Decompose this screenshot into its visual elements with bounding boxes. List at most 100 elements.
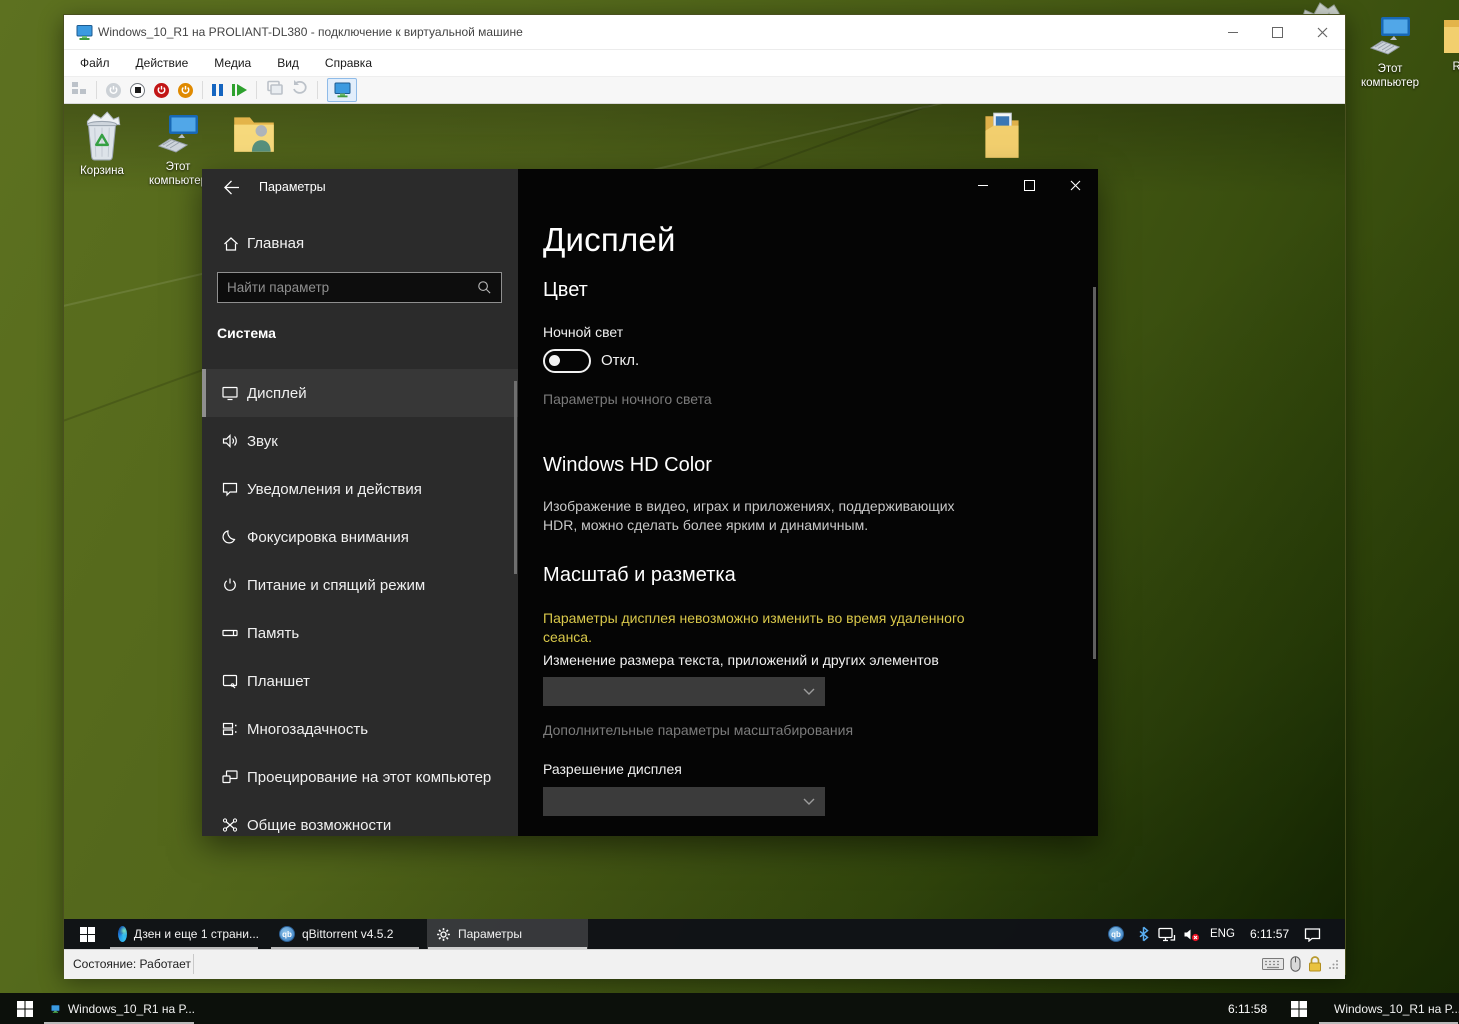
- sidebar-item-home[interactable]: Главная: [202, 225, 518, 263]
- window-title: Windows_10_R1 на PROLIANT-DL380 - подклю…: [98, 25, 523, 39]
- sidebar-item-tablet[interactable]: Планшет: [202, 657, 518, 705]
- turn-off-button-icon[interactable]: [130, 83, 145, 98]
- host-clock[interactable]: 6:11:58: [1228, 1002, 1267, 1016]
- night-light-settings-link[interactable]: Параметры ночного света: [543, 391, 712, 407]
- windows-logo-icon: [17, 1001, 33, 1017]
- sidebar-scrollbar[interactable]: [514, 381, 517, 574]
- menu-file[interactable]: Файл: [80, 56, 110, 70]
- advanced-scaling-link[interactable]: Дополнительные параметры масштабирования: [543, 722, 853, 738]
- scale-dropdown[interactable]: [543, 677, 825, 706]
- resolution-dropdown[interactable]: [543, 787, 825, 816]
- sidebar-item-multitasking[interactable]: Многозадачность: [202, 705, 518, 753]
- vm-action-center-button[interactable]: [1304, 919, 1321, 949]
- main-scrollbar[interactable]: [1093, 287, 1096, 659]
- save-state-button-icon[interactable]: [178, 83, 193, 98]
- desktop-icon-label: Ron: [1425, 60, 1459, 74]
- reset-button-icon[interactable]: [232, 84, 247, 96]
- user-folder-icon: [229, 110, 279, 158]
- ctrl-alt-del-button-icon[interactable]: [71, 80, 87, 100]
- chevron-down-icon: [803, 688, 815, 695]
- vm-taskbar-app-settings[interactable]: Параметры: [427, 919, 588, 949]
- windows-logo-icon: [1291, 1001, 1307, 1017]
- vmconnect-statusbar: Состояние: Работает: [64, 949, 1345, 979]
- settings-main-panel: Дисплей Цвет Ночной свет Откл. Параметры…: [518, 169, 1098, 836]
- night-light-label: Ночной свет: [543, 324, 623, 340]
- edge-icon: [118, 926, 127, 942]
- desktop-icon-label: Этот компьютер: [1352, 62, 1428, 91]
- search-icon: [477, 280, 492, 295]
- vm-start-button[interactable]: [74, 925, 100, 943]
- pause-button-icon[interactable]: [212, 84, 223, 96]
- vm-screen: Корзина Этот компьютер: [64, 104, 1345, 949]
- this-pc-icon: [1366, 12, 1414, 60]
- sidebar-item-storage[interactable]: Память: [202, 609, 518, 657]
- shut-down-button-icon[interactable]: [154, 83, 169, 98]
- night-light-toggle[interactable]: [543, 349, 591, 373]
- chevron-down-icon: [803, 798, 815, 805]
- vm-tray-language[interactable]: ENG: [1210, 919, 1235, 949]
- vm-tray-volume-muted[interactable]: [1183, 919, 1200, 949]
- action-center-icon: [1304, 927, 1321, 942]
- vm-desktop-icon-recycle-bin[interactable]: Корзина: [64, 110, 140, 178]
- settings-sidebar: Параметры Главная Система: [202, 169, 518, 836]
- settings-search-input[interactable]: [218, 280, 477, 295]
- vm-taskbar: Дзен и еще 1 страни... qb qBittorrent v4…: [64, 919, 1345, 949]
- vmconnect-titlebar[interactable]: Windows_10_R1 на PROLIANT-DL380 - подклю…: [64, 15, 1345, 50]
- close-button[interactable]: [1300, 15, 1345, 49]
- sidebar-item-display[interactable]: Дисплей: [202, 369, 518, 417]
- minimize-button[interactable]: [1210, 15, 1255, 49]
- sidebar-item-label: Дисплей: [247, 385, 307, 402]
- maximize-button[interactable]: [1255, 15, 1300, 49]
- projecting-icon: [221, 768, 239, 786]
- keyboard-status-icon: [1262, 957, 1284, 971]
- enhanced-session-button-icon[interactable]: [327, 78, 357, 102]
- sidebar-item-shared-experiences[interactable]: Общие возможности: [202, 801, 518, 849]
- sidebar-item-notifications[interactable]: Уведомления и действия: [202, 465, 518, 513]
- host-taskbar-vmconnect-button-secondary[interactable]: Windows_10_R1 на P...: [1318, 993, 1459, 1024]
- back-button[interactable]: [220, 176, 242, 198]
- sidebar-item-sound[interactable]: Звук: [202, 417, 518, 465]
- menu-media[interactable]: Медиа: [214, 56, 251, 70]
- this-pc-icon: [154, 110, 202, 158]
- sidebar-section-header: Система: [217, 325, 276, 341]
- sidebar-item-power-sleep[interactable]: Питание и спящий режим: [202, 561, 518, 609]
- statusbar-divider: [193, 954, 194, 974]
- sidebar-item-label: Звук: [247, 433, 278, 450]
- start-vm-button-icon[interactable]: [106, 83, 121, 98]
- menu-view[interactable]: Вид: [277, 56, 299, 70]
- vm-taskbar-app-qbittorrent[interactable]: qb qBittorrent v4.5.2: [270, 919, 420, 949]
- settings-search-box: [217, 272, 502, 303]
- host-start-button[interactable]: [12, 1000, 38, 1018]
- host-desktop-icon-this-pc[interactable]: Этот компьютер: [1352, 12, 1428, 91]
- taskbar-underline: [271, 947, 419, 949]
- vm-desktop-icon-pictures-folder[interactable]: [964, 108, 1040, 166]
- settings-minimize-button[interactable]: [960, 169, 1006, 201]
- revert-button-icon[interactable]: [292, 80, 308, 100]
- vm-taskbar-app-edge[interactable]: Дзен и еще 1 страни...: [109, 919, 259, 949]
- clock: 6:11:57: [1250, 927, 1289, 941]
- menu-action[interactable]: Действие: [136, 56, 189, 70]
- sidebar-item-projecting[interactable]: Проецирование на этот компьютер: [202, 753, 518, 801]
- host-taskbar: Windows_10_R1 на P... 6:11:58 Windows_10…: [0, 993, 1459, 1024]
- taskbar-app-label: Параметры: [458, 927, 522, 941]
- host-desktop-icon-folder[interactable]: Ron: [1425, 12, 1459, 74]
- taskbar-app-label: Windows_10_R1 на P...: [68, 1002, 195, 1016]
- checkpoint-button-icon[interactable]: [266, 80, 283, 100]
- host-start-button-secondary[interactable]: [1286, 1000, 1312, 1018]
- taskbar-app-label: Дзен и еще 1 страни...: [134, 927, 259, 941]
- menu-help[interactable]: Справка: [325, 56, 372, 70]
- resize-grip[interactable]: [1329, 959, 1339, 969]
- vm-tray-network[interactable]: [1158, 919, 1176, 949]
- host-taskbar-vmconnect-button[interactable]: Windows_10_R1 на P...: [43, 993, 195, 1024]
- scale-label: Изменение размера текста, приложений и д…: [543, 652, 939, 668]
- vm-tray-clock[interactable]: 6:11:57: [1250, 919, 1289, 949]
- sidebar-item-label: Фокусировка внимания: [247, 529, 409, 546]
- vm-tray-qbittorrent[interactable]: qb: [1108, 919, 1124, 949]
- qbittorrent-icon: qb: [279, 926, 295, 942]
- sidebar-item-focus-assist[interactable]: Фокусировка внимания: [202, 513, 518, 561]
- recycle-bin-icon: [79, 110, 125, 162]
- vm-desktop-icon-user-folder[interactable]: [216, 110, 292, 158]
- settings-maximize-button[interactable]: [1006, 169, 1052, 201]
- settings-close-button[interactable]: [1052, 169, 1098, 201]
- vm-tray-bluetooth[interactable]: [1136, 919, 1151, 949]
